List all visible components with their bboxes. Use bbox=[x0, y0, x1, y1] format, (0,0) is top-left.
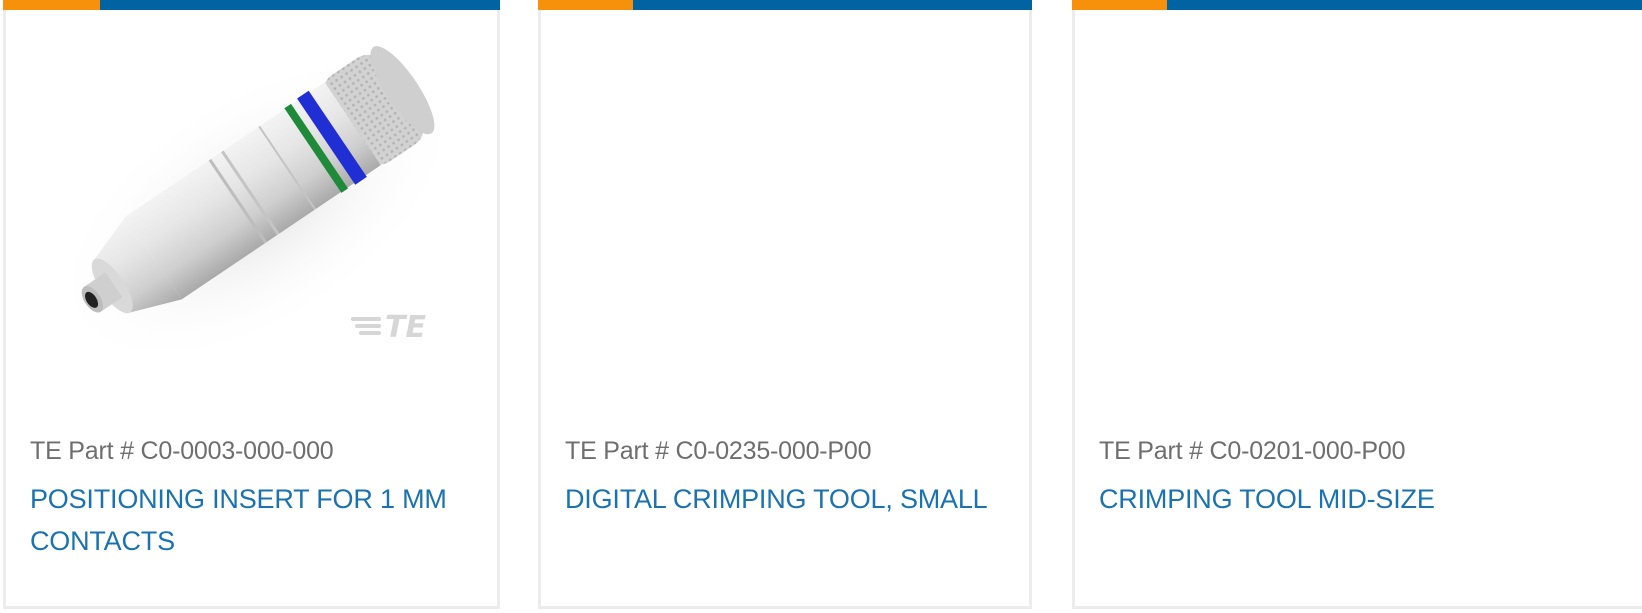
card-accent-stripe bbox=[3, 0, 100, 10]
product-image-placeholder[interactable] bbox=[1075, 10, 1642, 370]
product-card[interactable]: TE Part # C0-0201-000-P00 CRIMPING TOOL … bbox=[1072, 0, 1642, 609]
te-logo-watermark: TE bbox=[385, 310, 426, 345]
product-image-placeholder[interactable] bbox=[541, 10, 1029, 370]
positioning-insert-image: TE bbox=[50, 46, 462, 369]
product-card[interactable]: TE TE Part # C0-0003-000-000 POSITIONING… bbox=[3, 0, 500, 609]
product-image[interactable]: TE bbox=[6, 10, 497, 370]
product-title-link[interactable]: POSITIONING INSERT FOR 1 MM CONTACTS bbox=[30, 478, 500, 562]
part-number: TE Part # C0-0235-000-P00 bbox=[565, 437, 872, 465]
part-number: TE Part # C0-0003-000-000 bbox=[30, 437, 334, 465]
product-title-link[interactable]: CRIMPING TOOL MID-SIZE bbox=[1099, 478, 1569, 520]
product-card[interactable]: TE Part # C0-0235-000-P00 DIGITAL CRIMPI… bbox=[538, 0, 1032, 609]
product-card-grid: TE TE Part # C0-0003-000-000 POSITIONING… bbox=[0, 0, 1642, 613]
card-top-bar bbox=[1072, 0, 1642, 10]
product-title-link[interactable]: DIGITAL CRIMPING TOOL, SMALL bbox=[565, 478, 1035, 520]
card-accent-stripe bbox=[538, 0, 633, 10]
card-accent-stripe bbox=[1072, 0, 1167, 10]
card-top-bar bbox=[538, 0, 1032, 10]
card-top-bar bbox=[3, 0, 500, 10]
part-number: TE Part # C0-0201-000-P00 bbox=[1099, 437, 1406, 465]
